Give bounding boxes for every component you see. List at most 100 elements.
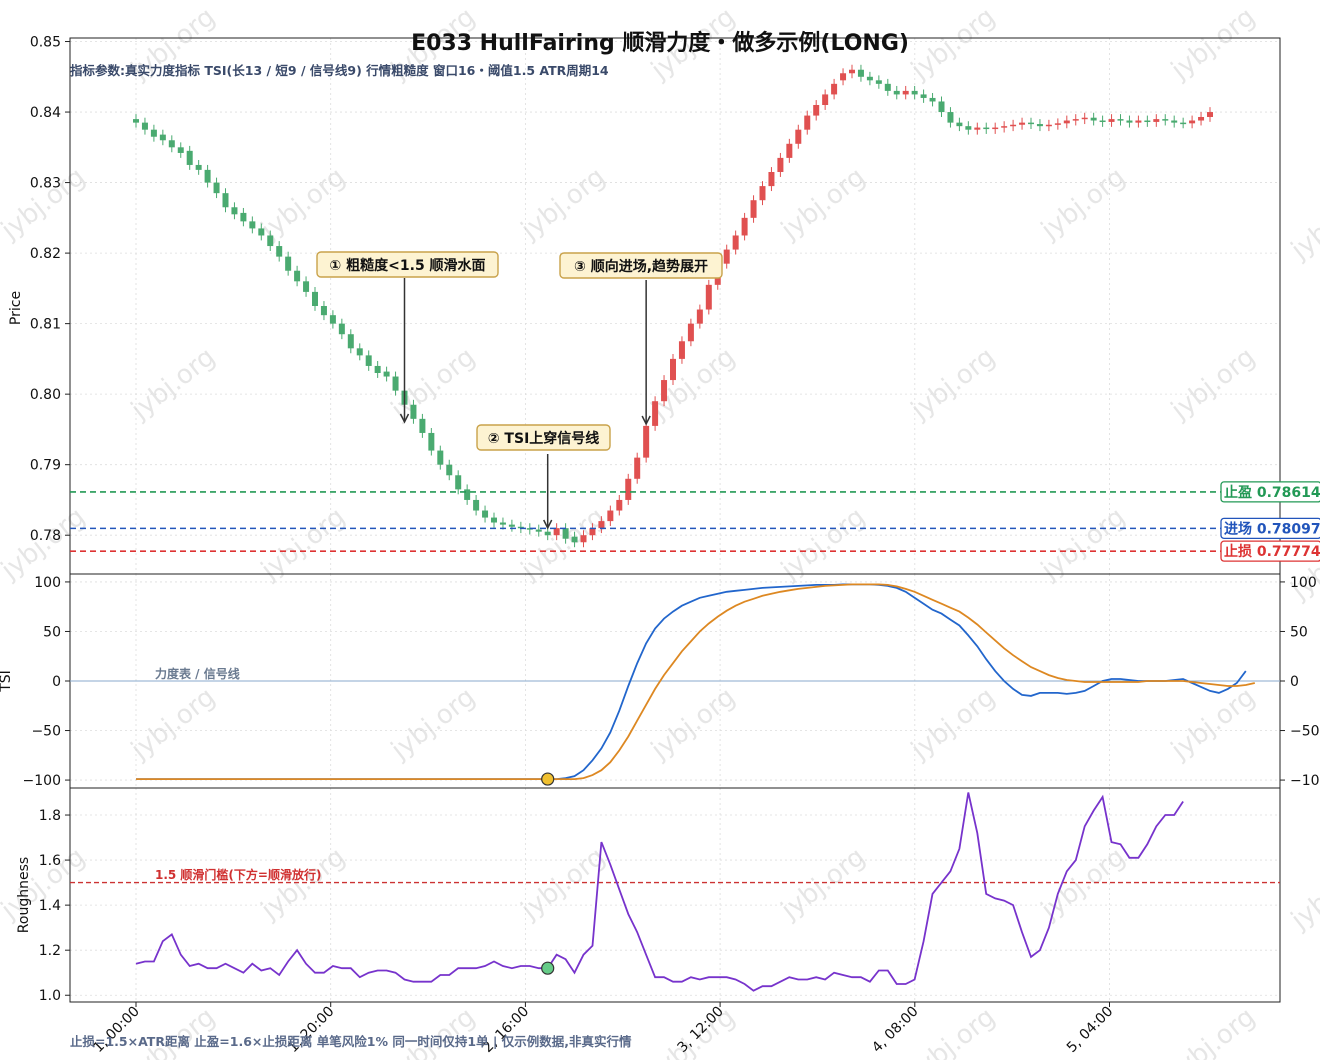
roughness-ylabel: Roughness: [16, 857, 32, 933]
candle-body: [419, 418, 426, 433]
candle-body: [464, 489, 471, 500]
chart-subtitle: 指标参数:真实力度指标 TSI(长13 / 短9 / 信号线9) 行情粗糙度 窗…: [70, 63, 609, 78]
signal-line: [136, 583, 1255, 780]
price-level-lines: 止盈 0.78614 进场 0.78097 止损 0.77774: [70, 481, 1320, 562]
watermark-text: jybj.org: [775, 842, 871, 926]
candle-body: [607, 510, 614, 522]
watermark-text: jybj.org: [905, 1002, 1001, 1060]
candle-body: [508, 524, 515, 527]
chart-title: E033 HullFairing 顺滑力度・做多示例(LONG): [411, 30, 909, 56]
candle-body: [428, 432, 435, 451]
watermark-text: jybj.org: [645, 342, 741, 426]
candle-body: [473, 499, 480, 511]
candle-body: [849, 69, 855, 74]
price-y-tick-label: 0.83: [30, 176, 61, 192]
candle-body: [258, 228, 265, 236]
candle-body: [1207, 112, 1213, 117]
candle-body: [446, 464, 453, 476]
candle-body: [598, 521, 605, 529]
candle-body: [1117, 119, 1124, 121]
x-tick-label: 4, 08:00: [869, 1004, 921, 1056]
price-y-tick-label: 0.80: [30, 387, 61, 403]
candle-body: [294, 270, 301, 282]
candle-body: [705, 284, 712, 310]
candle-body: [813, 105, 820, 116]
tsi-y-tick-label: 0: [52, 674, 61, 690]
watermark-text: jybj.org: [645, 682, 741, 766]
candle-body: [455, 475, 462, 490]
candle-body: [383, 371, 390, 377]
candle-body: [956, 122, 963, 127]
candle-body: [625, 478, 632, 500]
candle-body: [884, 83, 891, 91]
price-y-tick-label: 0.85: [30, 35, 61, 51]
candle-body: [544, 531, 551, 536]
candle-body: [678, 341, 685, 359]
tsi-y-tick-label-right: 100: [1290, 575, 1317, 591]
watermark-text: jybj.org: [1035, 162, 1131, 246]
candle-body: [553, 528, 560, 536]
candle-body: [795, 129, 802, 144]
candle-body: [1144, 120, 1151, 123]
watermark-text: jybj.org: [1165, 342, 1261, 426]
candle-body: [177, 147, 184, 153]
candle-body: [392, 376, 399, 391]
annotation-label-2: ② TSI上穿信号线: [488, 430, 600, 447]
candle-body: [1072, 119, 1079, 121]
tsi-y-tick-label-right: 0: [1290, 674, 1299, 690]
candle-body: [1090, 117, 1097, 121]
candle-body: [240, 212, 247, 222]
watermark-text: jybj.org: [905, 2, 1001, 86]
roughness-marker: [541, 961, 555, 975]
candle-body: [195, 164, 202, 170]
candle-body: [267, 235, 274, 247]
level-tag-label-1: 进场 0.78097: [1224, 521, 1320, 537]
candle-body: [1054, 123, 1061, 125]
candle-body: [320, 306, 327, 316]
price-panel-frame: [69, 37, 1281, 575]
candle-body: [938, 101, 945, 113]
tsi-ylabel: TSI: [0, 670, 14, 693]
candle-body: [141, 122, 148, 130]
price-y-tick-label: 0.82: [30, 246, 61, 262]
candle-body: [365, 355, 372, 366]
rough-y-tick-label: 1.8: [39, 808, 61, 824]
watermark-text: jybj.org: [905, 682, 1001, 766]
candle-body: [661, 380, 668, 402]
watermark-text: jybj.org: [255, 842, 351, 926]
candle-body: [213, 182, 220, 194]
candle-body: [133, 119, 139, 123]
candle-body: [589, 528, 596, 536]
candle-body: [741, 217, 748, 236]
chart-canvas: jybj.org jybj.org jybj.org jybj.org jybj.org…: [0, 2, 1320, 1060]
candle-body: [1081, 117, 1088, 120]
price-y-tick-label: 0.78: [30, 528, 61, 544]
watermark-text: jybj.org: [125, 342, 221, 426]
candle-body: [1108, 119, 1115, 122]
candle-body: [1063, 120, 1070, 124]
candle-body: [1019, 122, 1026, 125]
tsi-legend-label: 力度表 / 信号线: [155, 666, 240, 681]
price-y-tick-label: 0.79: [30, 458, 61, 474]
candle-body: [857, 69, 864, 77]
candle-body: [580, 535, 587, 543]
candle-body: [356, 348, 363, 356]
watermark-text: jybj.org: [255, 162, 351, 246]
tsi-y-tick-label: −100: [23, 773, 61, 789]
candle-body: [893, 90, 900, 95]
tsi-y-tick-label-right: 50: [1290, 624, 1308, 640]
candle-body: [1171, 120, 1178, 123]
tsi-y-tick-label: 50: [43, 624, 61, 640]
candle-body: [768, 172, 775, 187]
candle-body: [965, 126, 972, 130]
candle-body: [231, 207, 238, 215]
chart-footer: 止损=1.5×ATR距离 止盈=1.6×止损距离 单笔风险1% 同一时间仅持1单…: [70, 1034, 632, 1049]
watermark-text: jybj.org: [1165, 1002, 1261, 1060]
candle-body: [670, 358, 676, 381]
candle-body: [947, 112, 954, 123]
tsi-y-tick-label: −50: [31, 724, 61, 740]
annotation-label-3: ③ 顺向进场,趋势展开: [574, 258, 708, 275]
watermark-text: jybj.org: [515, 162, 611, 246]
roughness-panel-frame: [69, 787, 1281, 1003]
candle-body: [831, 83, 838, 95]
